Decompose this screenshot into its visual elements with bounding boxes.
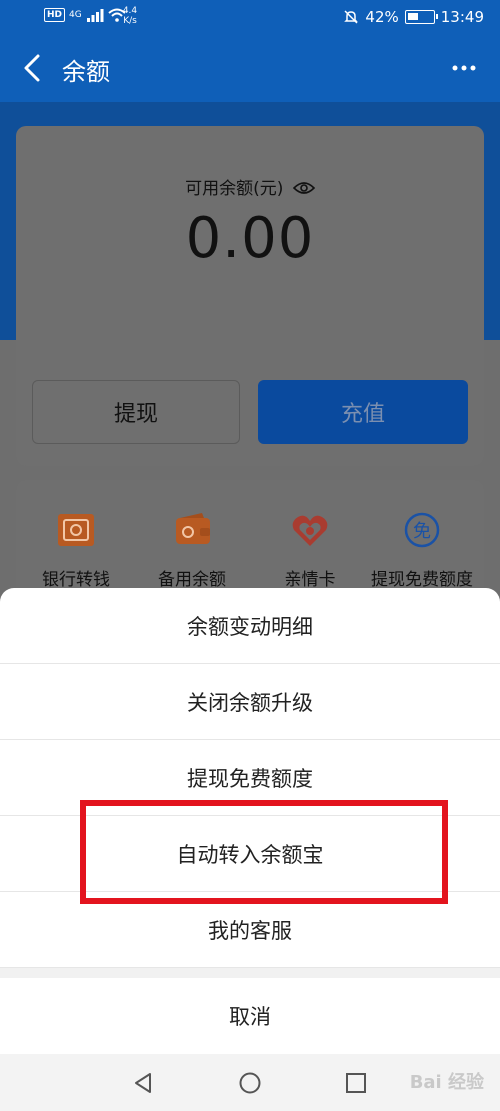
mute-bell-icon bbox=[344, 10, 359, 24]
wallet-icon bbox=[176, 513, 210, 544]
sheet-divider bbox=[0, 968, 500, 978]
eye-icon[interactable] bbox=[292, 181, 315, 195]
more-options-icon[interactable] bbox=[450, 54, 478, 82]
sheet-item-close-balance-upgrade[interactable]: 关闭余额升级 bbox=[0, 664, 500, 740]
speed-unit: K/s bbox=[123, 16, 137, 26]
hd-badge: HD bbox=[44, 8, 66, 22]
balance-amount: 0.00 bbox=[185, 206, 315, 271]
action-label: 备用余额 bbox=[158, 570, 226, 590]
balance-label: 可用余额(元) bbox=[185, 179, 284, 199]
sheet-item-balance-details[interactable]: 余额变动明细 bbox=[0, 588, 500, 664]
action-free-quota[interactable]: 免 提现免费额度 bbox=[362, 510, 482, 590]
battery-icon bbox=[404, 10, 438, 24]
action-family-card[interactable]: 亲情卡 bbox=[250, 510, 370, 590]
free-quota-icon: 免 bbox=[404, 512, 440, 548]
action-label: 亲情卡 bbox=[284, 570, 336, 590]
network-type: 4G bbox=[69, 10, 82, 20]
status-right: 42% 13:49 bbox=[343, 8, 484, 26]
recharge-button[interactable]: 充值 bbox=[258, 380, 468, 444]
balance-card: 可用余额(元) 0.00 提现 充值 bbox=[16, 126, 484, 466]
nav-back-icon[interactable] bbox=[130, 1070, 156, 1096]
family-card-icon bbox=[292, 515, 328, 546]
system-nav-bar: Bai 经验 bbox=[0, 1054, 500, 1111]
action-label: 银行转钱 bbox=[42, 570, 110, 590]
signal-icon bbox=[86, 9, 104, 22]
nav-recents-icon[interactable] bbox=[343, 1070, 369, 1096]
quick-actions: 银行转钱 备用余额 亲情卡 免 提现免费额度 bbox=[16, 480, 484, 600]
battery-percent: 42% bbox=[365, 8, 399, 26]
nav-home-icon[interactable] bbox=[237, 1070, 263, 1096]
clock: 13:49 bbox=[440, 8, 484, 26]
network-speed: 4.4 K/s bbox=[118, 6, 142, 26]
bank-transfer-icon bbox=[58, 514, 94, 546]
watermark: Bai 经验 bbox=[409, 1072, 484, 1093]
balance-label-row: 可用余额(元) bbox=[16, 174, 484, 199]
battery-fill bbox=[407, 13, 418, 20]
status-left: HD 4G bbox=[44, 8, 126, 22]
action-bank-transfer[interactable]: 银行转钱 bbox=[16, 510, 136, 590]
action-backup-balance[interactable]: 备用余额 bbox=[132, 510, 252, 590]
app-header: 余额 bbox=[0, 36, 500, 102]
action-label: 提现免费额度 bbox=[371, 570, 473, 590]
highlight-box bbox=[80, 800, 448, 904]
speed-value: 4.4 bbox=[122, 6, 138, 16]
svg-text:免: 免 bbox=[413, 521, 431, 542]
status-bar: HD 4G 4.4 K/s 42% 13:49 bbox=[0, 0, 500, 36]
cancel-button[interactable]: 取消 bbox=[0, 978, 500, 1054]
page-title: 余额 bbox=[62, 58, 110, 86]
back-arrow-icon[interactable] bbox=[16, 50, 52, 86]
withdraw-button[interactable]: 提现 bbox=[32, 380, 240, 444]
